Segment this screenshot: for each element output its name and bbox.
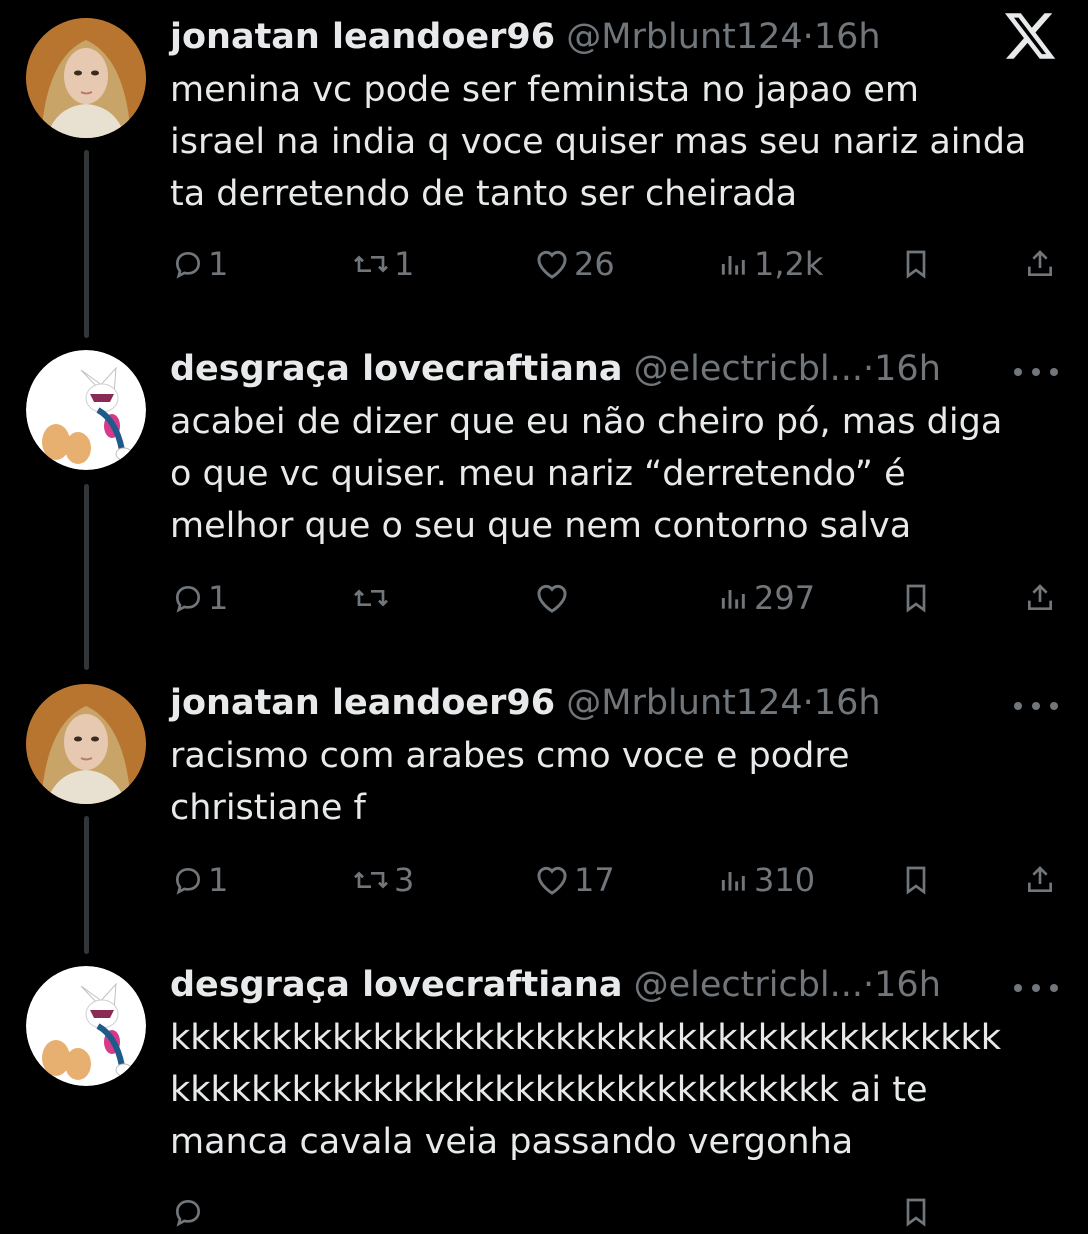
tweet-actions bbox=[0, 1190, 1088, 1234]
bookmark-icon bbox=[906, 584, 926, 613]
share-icon bbox=[1028, 584, 1052, 610]
views-button[interactable]: 297 bbox=[718, 576, 815, 620]
tweet-actions: 1 3 17 310 bbox=[0, 858, 1088, 902]
views-button[interactable]: 310 bbox=[718, 858, 815, 902]
reply-button[interactable]: 1 bbox=[172, 242, 228, 286]
tweet-actions: 1 1 26 1,2k bbox=[0, 242, 1088, 286]
share-button[interactable] bbox=[1024, 576, 1056, 620]
tweet-text-line: racismo com arabes cmo voce e podre bbox=[170, 736, 850, 776]
bookmark-icon bbox=[906, 250, 926, 279]
avatar[interactable] bbox=[26, 966, 146, 1086]
avatar[interactable] bbox=[26, 684, 146, 804]
repost-button[interactable]: 3 bbox=[352, 858, 414, 902]
tweet-text-line: kkkkkkkkkkkkkkkkkkkkkkkkkkkkkkkkk ai te bbox=[170, 1070, 928, 1110]
views-icon bbox=[721, 590, 745, 609]
repost-icon bbox=[354, 589, 388, 607]
tweet-text: acabei de dizer que eu não cheiro pó, ma… bbox=[170, 396, 1070, 552]
tweet-text-line: menina vc pode ser feminista no japao em bbox=[170, 70, 919, 110]
tweet-text: menina vc pode ser feminista no japao em… bbox=[170, 64, 1070, 220]
avatar[interactable] bbox=[26, 18, 146, 138]
repost-icon bbox=[354, 871, 388, 889]
tweet-text-line: kkkkkkkkkkkkkkkkkkkkkkkkkkkkkkkkkkkkkkkk… bbox=[170, 1018, 1002, 1058]
tweet-actions: 1 297 bbox=[0, 576, 1088, 620]
separator-dot: · bbox=[863, 965, 875, 1005]
reply-icon bbox=[175, 1199, 201, 1227]
reply-icon bbox=[175, 867, 201, 895]
reply-count: 1 bbox=[208, 579, 229, 617]
views-icon bbox=[721, 256, 745, 275]
share-icon bbox=[1028, 866, 1052, 892]
bookmark-button[interactable] bbox=[900, 242, 932, 286]
timestamp[interactable]: 16h bbox=[874, 965, 941, 1005]
reply-count: 1 bbox=[208, 861, 229, 899]
tweet-text-line: o que vc quiser. meu nariz “derretendo” … bbox=[170, 454, 906, 494]
display-name[interactable]: jonatan leandoer96 bbox=[170, 17, 555, 57]
bookmark-icon bbox=[906, 1198, 926, 1227]
view-count: 297 bbox=[754, 579, 816, 617]
reply-count: 1 bbox=[208, 245, 229, 283]
display-name[interactable]: jonatan leandoer96 bbox=[170, 683, 555, 723]
tweet-text-line: ta derretendo de tanto ser cheirada bbox=[170, 174, 798, 214]
like-button[interactable]: 26 bbox=[534, 242, 615, 286]
share-button[interactable] bbox=[1024, 858, 1056, 902]
share-icon bbox=[1028, 250, 1052, 276]
tweet-header: jonatan leandoer96 @Mrblunt124·16h bbox=[170, 680, 1070, 726]
display-name[interactable]: desgraça lovecraftiana bbox=[170, 349, 622, 389]
tweet-text: racismo com arabes cmo voce e podre chri… bbox=[170, 730, 1070, 834]
reply-icon bbox=[175, 251, 201, 279]
display-name[interactable]: desgraça lovecraftiana bbox=[170, 965, 622, 1005]
repost-button[interactable]: 1 bbox=[352, 242, 414, 286]
repost-icon bbox=[354, 255, 388, 273]
more-options-icon[interactable] bbox=[1012, 982, 1060, 994]
tweet-header: desgraça lovecraftiana @electricbl...·16… bbox=[170, 962, 1070, 1008]
repost-count: 3 bbox=[394, 861, 415, 899]
reply-button[interactable]: 1 bbox=[172, 576, 228, 620]
tweet-header: desgraça lovecraftiana @electricbl...·16… bbox=[170, 346, 1070, 392]
separator-dot: · bbox=[802, 683, 814, 723]
separator-dot: · bbox=[863, 349, 875, 389]
tweet-text-line: israel na india q voce quiser mas seu na… bbox=[170, 122, 1027, 162]
reply-button[interactable] bbox=[172, 1190, 204, 1234]
bookmark-button[interactable] bbox=[900, 858, 932, 902]
more-options-icon[interactable] bbox=[1012, 366, 1060, 378]
user-handle[interactable]: @electricbl... bbox=[634, 965, 863, 1005]
separator-dot: · bbox=[802, 17, 814, 57]
tweet-text-line: acabei de dizer que eu não cheiro pó, ma… bbox=[170, 402, 1003, 442]
view-count: 310 bbox=[754, 861, 816, 899]
user-handle[interactable]: @electricbl... bbox=[634, 349, 863, 389]
views-icon bbox=[721, 872, 745, 891]
heart-icon bbox=[537, 584, 567, 613]
user-handle[interactable]: @Mrblunt124 bbox=[566, 17, 802, 57]
reply-icon bbox=[175, 585, 201, 613]
view-count: 1,2k bbox=[754, 245, 824, 283]
timestamp[interactable]: 16h bbox=[814, 683, 881, 723]
heart-icon bbox=[537, 866, 567, 895]
tweet-text: kkkkkkkkkkkkkkkkkkkkkkkkkkkkkkkkkkkkkkkk… bbox=[170, 1012, 1070, 1168]
repost-count: 1 bbox=[394, 245, 415, 283]
timestamp[interactable]: 16h bbox=[814, 17, 881, 57]
tweet-text-line: christiane f bbox=[170, 788, 366, 828]
tweet-header: jonatan leandoer96 @Mrblunt124·16h bbox=[170, 14, 1070, 60]
share-button[interactable] bbox=[1024, 242, 1056, 286]
heart-icon bbox=[537, 250, 567, 279]
like-count: 17 bbox=[574, 861, 615, 899]
repost-button[interactable] bbox=[352, 576, 394, 620]
more-options-icon[interactable] bbox=[1012, 700, 1060, 712]
tweet-text-line: melhor que o seu que nem contorno salva bbox=[170, 506, 912, 546]
bookmark-button[interactable] bbox=[900, 1190, 932, 1234]
bookmark-icon bbox=[906, 866, 926, 895]
like-button[interactable]: 17 bbox=[534, 858, 615, 902]
reply-button[interactable]: 1 bbox=[172, 858, 228, 902]
like-count: 26 bbox=[574, 245, 615, 283]
user-handle[interactable]: @Mrblunt124 bbox=[566, 683, 802, 723]
views-button[interactable]: 1,2k bbox=[718, 242, 823, 286]
bookmark-button[interactable] bbox=[900, 576, 932, 620]
timestamp[interactable]: 16h bbox=[874, 349, 941, 389]
like-button[interactable] bbox=[534, 576, 574, 620]
avatar[interactable] bbox=[26, 350, 146, 470]
tweet-text-line: manca cavala veia passando vergonha bbox=[170, 1122, 854, 1162]
